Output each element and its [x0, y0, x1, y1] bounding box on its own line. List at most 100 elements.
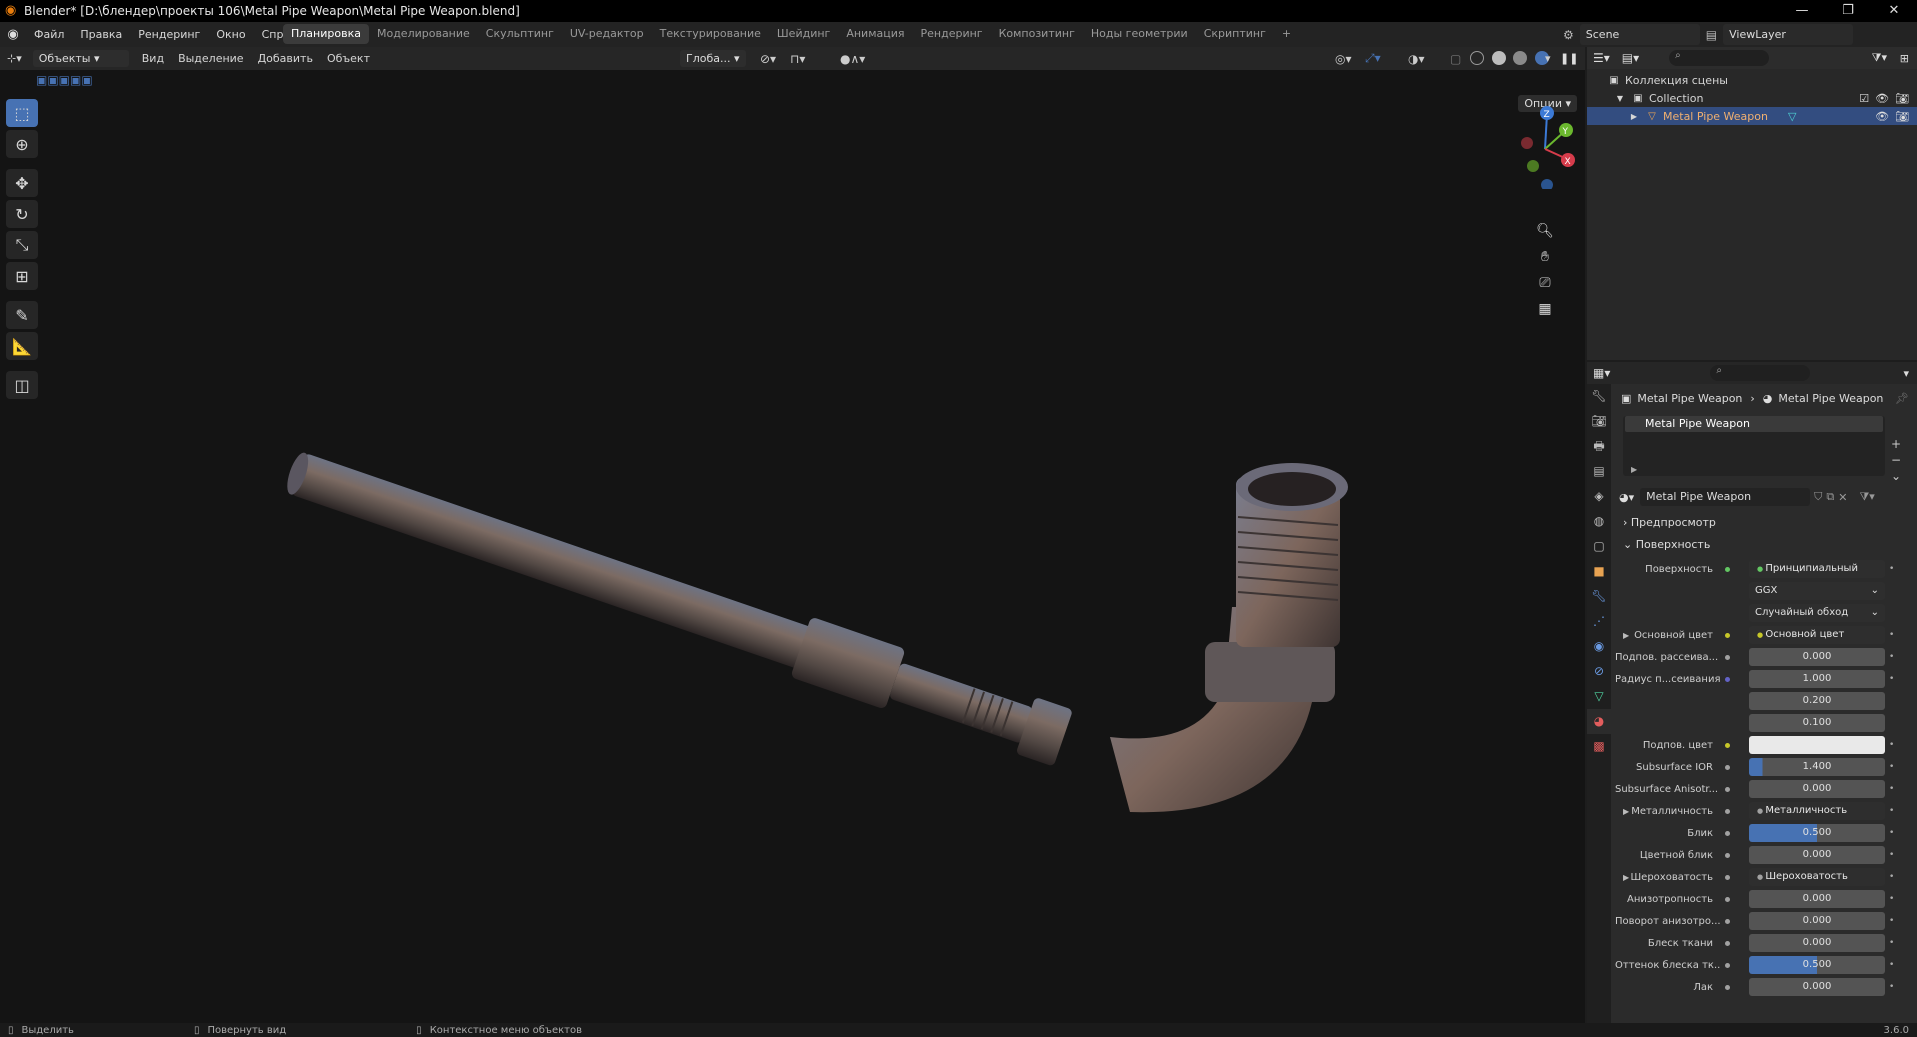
- wireframe-shading-button[interactable]: [1470, 51, 1484, 65]
- material-name-field[interactable]: Metal Pipe Weapon: [1640, 488, 1811, 506]
- menu-render[interactable]: Рендеринг: [130, 22, 208, 47]
- material-shading-button[interactable]: [1513, 51, 1527, 65]
- socket-icon[interactable]: [1721, 651, 1733, 663]
- socket-icon[interactable]: [1721, 827, 1733, 839]
- socket-icon[interactable]: [1721, 937, 1733, 949]
- number-field[interactable]: 0.000: [1749, 846, 1885, 864]
- object-render-icon[interactable]: 📷︎: [1895, 110, 1909, 123]
- tab-rendering[interactable]: Рендеринг: [913, 24, 991, 44]
- keyframe-dot-icon[interactable]: •: [1889, 762, 1894, 772]
- slot-menu-icon[interactable]: ⌄: [1891, 469, 1901, 483]
- view-layer-tab-icon[interactable]: ▤: [1587, 459, 1611, 484]
- menu-add[interactable]: Добавить: [251, 47, 320, 70]
- gizmo-toggle-icon[interactable]: ⤢▾: [1365, 51, 1381, 66]
- tab-geometry-nodes[interactable]: Ноды геометрии: [1083, 24, 1196, 44]
- number-field[interactable]: 0.500: [1749, 956, 1885, 974]
- number-field[interactable]: 0.000: [1749, 978, 1885, 996]
- tab-compositing[interactable]: Композитинг: [991, 24, 1083, 44]
- socket-icon[interactable]: [1721, 673, 1733, 685]
- tab-texture-paint[interactable]: Текстурирование: [652, 24, 769, 44]
- modifier-tab-icon[interactable]: 🔧︎: [1587, 584, 1611, 609]
- pin-icon[interactable]: 📌︎: [1895, 392, 1909, 405]
- expand-object-icon[interactable]: ▶: [1627, 112, 1641, 121]
- number-field[interactable]: 0.100: [1749, 714, 1885, 732]
- transform-tool[interactable]: ⊞: [6, 262, 38, 290]
- tab-layout[interactable]: Планировка: [283, 24, 369, 44]
- xray-icon[interactable]: ▢: [1450, 52, 1461, 66]
- keyframe-dot-icon[interactable]: •: [1889, 564, 1894, 574]
- socket-icon[interactable]: [1721, 959, 1733, 971]
- property-dropdown[interactable]: GGX ⌄: [1749, 582, 1885, 600]
- socket-icon[interactable]: [1721, 739, 1733, 751]
- socket-icon[interactable]: [1721, 805, 1733, 817]
- add-cube-tool[interactable]: ◫: [6, 371, 38, 399]
- socket-icon[interactable]: [1721, 849, 1733, 861]
- keyframe-dot-icon[interactable]: •: [1889, 894, 1894, 904]
- overlay-icon[interactable]: ◑▾: [1408, 52, 1425, 66]
- property-dropdown[interactable]: Случайный обход ⌄: [1749, 604, 1885, 622]
- navigation-gizmo[interactable]: Z Y X 🔍︎ ✋︎ ⎚ ▦: [1505, 99, 1585, 339]
- number-field[interactable]: 0.000: [1749, 890, 1885, 908]
- mode-dropdown[interactable]: Объекты ▾: [32, 50, 129, 67]
- expand-input-icon[interactable]: ▶: [1623, 631, 1629, 640]
- add-workspace-button[interactable]: +: [1274, 24, 1299, 44]
- tool-tab-icon[interactable]: 🔧︎: [1587, 384, 1611, 409]
- number-field[interactable]: 0.000: [1749, 934, 1885, 952]
- number-field[interactable]: 0.200: [1749, 692, 1885, 710]
- add-slot-icon[interactable]: +: [1891, 437, 1901, 451]
- expand-collection-icon[interactable]: ▼: [1613, 94, 1627, 103]
- keyframe-dot-icon[interactable]: •: [1889, 960, 1894, 970]
- socket-icon[interactable]: [1721, 871, 1733, 883]
- duplicate-material-icon[interactable]: ⧉: [1826, 490, 1834, 504]
- socket-icon[interactable]: [1721, 629, 1733, 641]
- surface-panel-header[interactable]: ⌄ Поверхность: [1615, 534, 1915, 556]
- properties-search-input[interactable]: ⌕: [1710, 365, 1811, 381]
- material-slot-item[interactable]: Metal Pipe Weapon: [1625, 416, 1883, 432]
- menu-file[interactable]: Файл: [26, 22, 72, 47]
- expand-input-icon[interactable]: ▶: [1623, 873, 1629, 882]
- collection-tab-icon[interactable]: ▢: [1587, 534, 1611, 559]
- keyframe-dot-icon[interactable]: •: [1889, 806, 1894, 816]
- keyframe-dot-icon[interactable]: •: [1889, 828, 1894, 838]
- texture-tab-icon[interactable]: ▩: [1587, 734, 1611, 759]
- menu-edit[interactable]: Правка: [72, 22, 130, 47]
- display-mode-icon[interactable]: ▤▾: [1622, 51, 1639, 65]
- pivot-icon[interactable]: ⊘▾: [760, 52, 776, 66]
- maximize-button[interactable]: ❐: [1825, 0, 1871, 22]
- remove-slot-icon[interactable]: −: [1891, 453, 1901, 467]
- outliner-collection[interactable]: ▼ ▣ Collection ☑ 👁︎ 📷︎: [1587, 89, 1917, 107]
- properties-options-icon[interactable]: ▾: [1903, 367, 1909, 380]
- transform-orientation-dropdown[interactable]: Глоба... ▾: [680, 50, 746, 67]
- axis-gizmo[interactable]: Z Y X: [1505, 99, 1585, 191]
- tab-shading[interactable]: Шейдинг: [769, 24, 838, 44]
- physics-tab-icon[interactable]: ◉: [1587, 634, 1611, 659]
- scene-selector[interactable]: Scene: [1579, 24, 1700, 45]
- material-browse-icon[interactable]: ◕▾: [1619, 491, 1634, 504]
- proportional-edit-icon[interactable]: ●∧▾: [840, 52, 865, 66]
- tab-modeling[interactable]: Моделирование: [369, 24, 478, 44]
- number-field[interactable]: 0.000: [1749, 780, 1885, 798]
- socket-icon[interactable]: [1721, 915, 1733, 927]
- tab-scripting[interactable]: Скриптинг: [1196, 24, 1274, 44]
- pan-hand-icon[interactable]: ✋︎: [1533, 245, 1557, 269]
- shading-options-icon[interactable]: ▾: [1545, 52, 1551, 65]
- slot-expand-icon[interactable]: ▶: [1631, 465, 1637, 474]
- solid-shading-button[interactable]: [1491, 51, 1506, 65]
- move-tool[interactable]: ✥: [6, 169, 38, 197]
- material-link-icon[interactable]: ⧩▾: [1859, 490, 1874, 504]
- number-field[interactable]: 0.500: [1749, 824, 1885, 842]
- visibility-icon[interactable]: ◎▾: [1335, 52, 1352, 66]
- collection-render-icon[interactable]: 📷︎: [1895, 92, 1909, 105]
- output-tab-icon[interactable]: 🖶: [1587, 434, 1611, 459]
- keyframe-dot-icon[interactable]: •: [1889, 850, 1894, 860]
- camera-icon[interactable]: ⎚: [1533, 271, 1557, 295]
- blender-menu-icon[interactable]: ◉: [0, 27, 26, 42]
- socket-icon[interactable]: [1721, 783, 1733, 795]
- material-tab-icon[interactable]: ◕: [1587, 709, 1611, 734]
- close-button[interactable]: ✕: [1871, 0, 1917, 22]
- grid-perspective-icon[interactable]: ▦: [1533, 297, 1557, 321]
- tab-sculpting[interactable]: Скульптинг: [478, 24, 562, 44]
- minimize-button[interactable]: —: [1779, 0, 1825, 22]
- unlink-material-icon[interactable]: ✕: [1838, 491, 1847, 504]
- number-field[interactable]: 1.000: [1749, 670, 1885, 688]
